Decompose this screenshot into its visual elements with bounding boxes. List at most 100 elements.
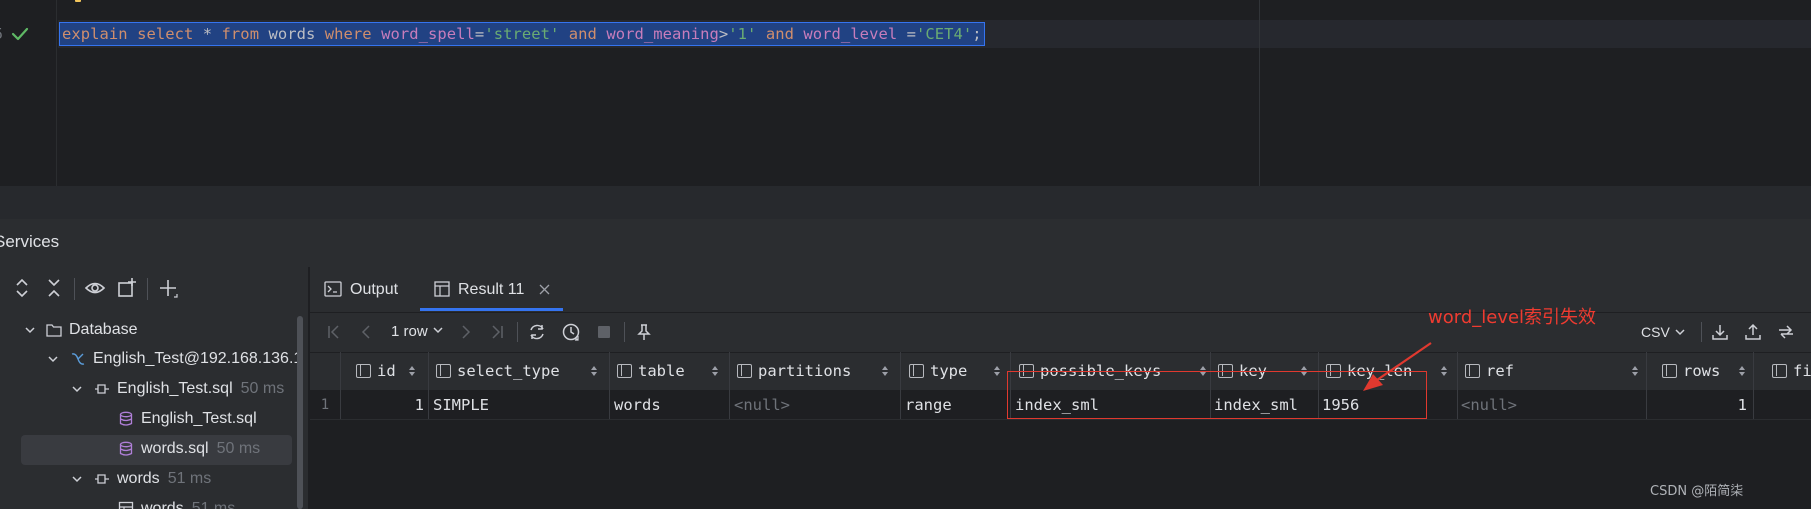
tree-item-datasource[interactable]: English_Test@192.168.136.1 <box>0 344 302 374</box>
session-icon <box>95 384 109 394</box>
next-page-icon[interactable] <box>455 322 475 342</box>
tree-item-sql-file-selected[interactable]: words.sql 50 ms <box>0 434 300 464</box>
console-icon <box>324 281 342 297</box>
eye-icon[interactable] <box>84 277 106 299</box>
chevron-down-icon[interactable] <box>71 383 83 395</box>
sql-token: explain <box>62 25 128 43</box>
pin-icon[interactable] <box>634 322 654 342</box>
chevron-down-icon[interactable] <box>47 353 59 365</box>
export-format-dropdown[interactable]: CSV <box>1641 322 1686 342</box>
sql-token: words <box>268 25 316 43</box>
tree-item-database[interactable]: Database <box>0 315 300 345</box>
column-icon <box>909 364 924 378</box>
sql-token: word_meaning <box>606 25 719 43</box>
sql-token: from <box>221 25 260 43</box>
watermark: CSDN @陌简柒 <box>1650 484 1744 499</box>
sort-icon[interactable] <box>590 365 598 377</box>
table-cell[interactable]: 1 <box>1650 390 1747 420</box>
sql-statement[interactable]: explain select * from words where word_s… <box>59 22 985 46</box>
table-cell[interactable]: words <box>614 390 661 420</box>
lightbulb-icon[interactable] <box>70 0 86 12</box>
sql-token: where <box>324 25 372 43</box>
compare-icon[interactable] <box>1776 322 1796 342</box>
column-header-filtered[interactable]: fi <box>1772 352 1811 390</box>
column-header-type[interactable]: type <box>909 352 1003 390</box>
table-cell[interactable]: range <box>905 390 952 420</box>
folder-icon <box>46 324 62 337</box>
column-header-ref[interactable]: ref <box>1465 352 1641 390</box>
expand-all-icon[interactable] <box>11 277 33 299</box>
tree-item-meta: 50 ms <box>240 380 285 397</box>
sql-token: '1' <box>728 25 757 43</box>
column-label: fi <box>1793 362 1811 380</box>
sql-token: 'CET4' <box>915 25 973 43</box>
tab-label: Output <box>350 281 399 298</box>
refresh-icon[interactable] <box>527 322 547 342</box>
sql-token: word_level <box>803 25 898 43</box>
check-icon <box>11 27 29 41</box>
column-icon <box>356 364 371 378</box>
toolbar-divider <box>74 278 75 300</box>
sql-file-icon <box>119 411 133 426</box>
add-icon[interactable] <box>157 277 179 299</box>
table-cell[interactable]: <null> <box>734 390 790 420</box>
sort-icon[interactable] <box>408 365 416 377</box>
table-cell[interactable]: <null> <box>1461 390 1517 420</box>
column-header-table[interactable]: table <box>617 352 721 390</box>
tree-item-table[interactable]: words 51 ms <box>0 494 300 509</box>
column-label: id <box>377 362 396 380</box>
column-header-partitions[interactable]: partitions <box>737 352 889 390</box>
upload-icon[interactable] <box>1743 322 1763 342</box>
column-header-select-type[interactable]: select_type <box>436 352 600 390</box>
table-icon <box>118 501 134 509</box>
toolbar-divider <box>517 322 518 342</box>
tree-item-sql-file[interactable]: English_Test.sql <box>0 404 300 434</box>
chevron-down-icon[interactable] <box>24 324 36 336</box>
services-title: Services <box>0 232 60 251</box>
first-page-icon[interactable] <box>324 322 344 342</box>
column-header-rows[interactable]: rows <box>1662 352 1746 390</box>
previous-page-icon[interactable] <box>357 322 377 342</box>
stop-icon[interactable] <box>594 322 614 342</box>
sql-file-icon <box>119 441 133 456</box>
column-icon <box>436 364 451 378</box>
sql-token: select <box>137 25 194 43</box>
history-icon[interactable] <box>561 322 581 342</box>
annotation-label: word_level索引失效 <box>1428 307 1597 328</box>
right-margin-guide <box>1259 0 1260 186</box>
column-icon <box>1662 364 1677 378</box>
tree-item-meta: 51 ms <box>167 470 212 487</box>
sql-token: ; <box>972 25 982 43</box>
sort-icon[interactable] <box>1738 365 1746 377</box>
tree-item-session[interactable]: words 51 ms <box>0 464 300 494</box>
sort-icon[interactable] <box>881 365 889 377</box>
new-window-icon[interactable] <box>116 277 138 299</box>
collapse-all-icon[interactable] <box>43 277 65 299</box>
sort-icon[interactable] <box>711 365 719 377</box>
last-page-icon[interactable] <box>487 322 507 342</box>
sql-token: and <box>765 25 794 43</box>
table-cell[interactable]: 1 <box>346 390 424 420</box>
tree-item-label: words 51 ms <box>141 494 235 509</box>
row-count-dropdown[interactable]: 1 row <box>391 322 444 342</box>
sort-icon[interactable] <box>993 365 1001 377</box>
chevron-down-icon[interactable] <box>71 473 83 485</box>
tree-item-session[interactable]: English_Test.sql 50 ms <box>0 374 300 404</box>
download-icon[interactable] <box>1710 322 1730 342</box>
sort-icon[interactable] <box>1440 365 1448 377</box>
close-icon[interactable] <box>539 284 550 295</box>
panel-splitter[interactable] <box>0 186 1811 219</box>
datasource-icon <box>71 353 85 365</box>
table-cell[interactable]: SIMPLE <box>433 390 489 420</box>
tree-item-name: English_Test.sql <box>117 380 233 397</box>
tree-item-label: Database <box>69 321 138 338</box>
sql-token: 'street' <box>484 25 560 43</box>
export-format-label: CSV <box>1641 324 1670 340</box>
column-label: type <box>930 362 968 380</box>
column-label: ref <box>1486 362 1514 380</box>
column-header-id[interactable]: id <box>356 352 420 390</box>
active-tab-indicator <box>420 308 563 311</box>
column-label: rows <box>1683 362 1721 380</box>
sort-icon[interactable] <box>1631 365 1639 377</box>
tree-scrollbar[interactable] <box>297 316 303 509</box>
